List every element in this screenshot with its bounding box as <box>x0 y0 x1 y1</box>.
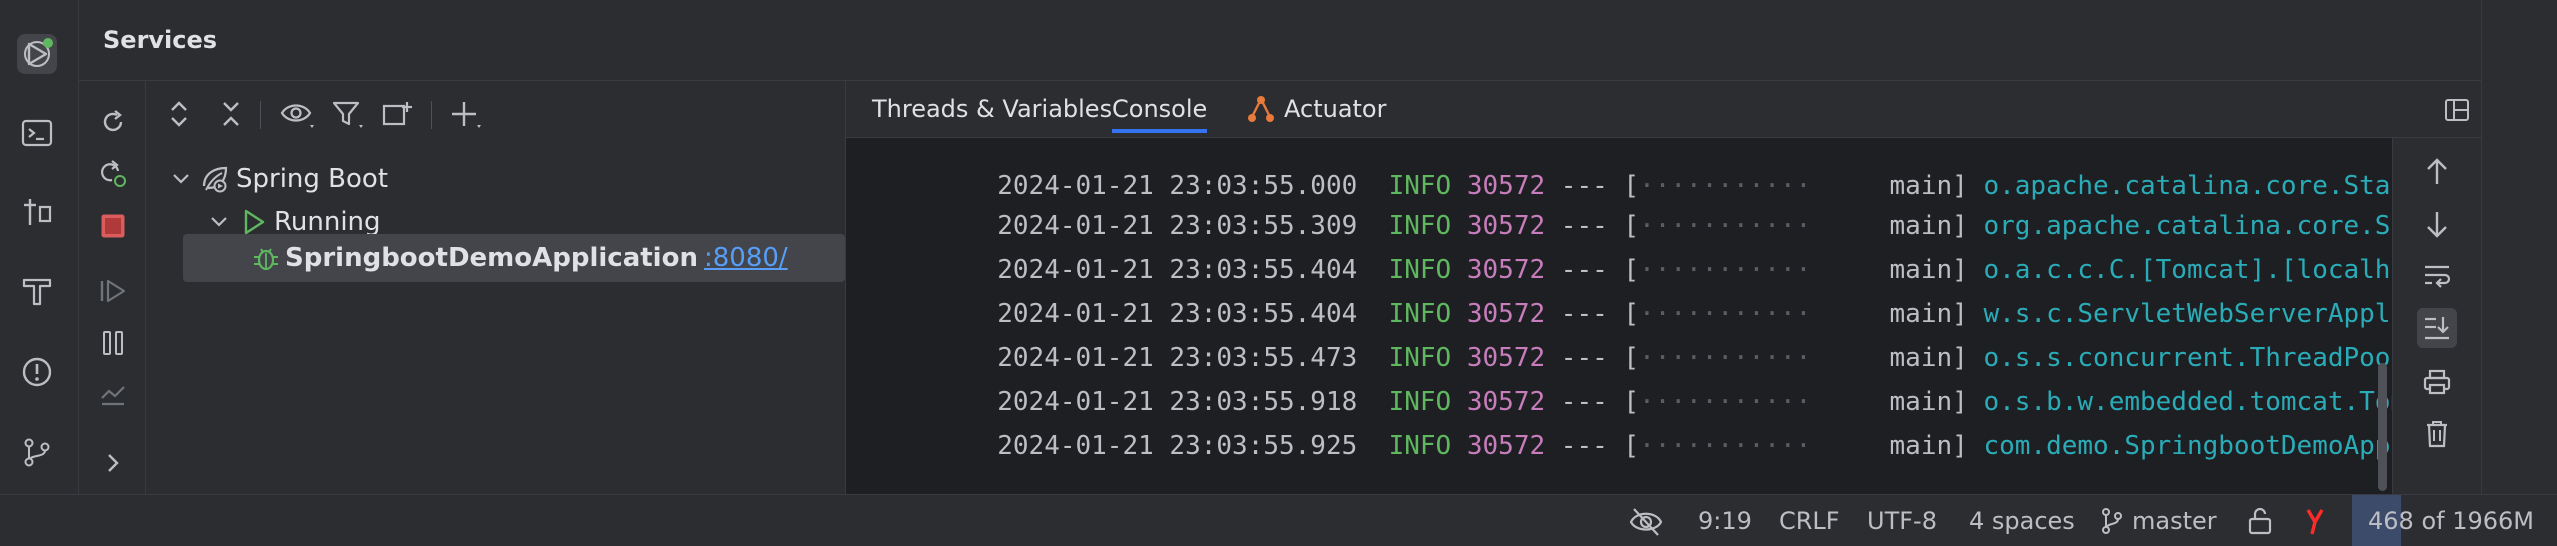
new-group-icon[interactable] <box>379 95 417 133</box>
layout-settings-icon[interactable] <box>2441 94 2473 126</box>
services-panel: Services Spring Boot Running SpringbootD… <box>79 0 2486 494</box>
scroll-to-end-icon[interactable] <box>2417 308 2457 348</box>
scroll-down-icon[interactable] <box>2417 204 2457 244</box>
log-thread: main] <box>1889 431 1968 461</box>
clear-icon[interactable] <box>2417 414 2457 454</box>
vertical-scrollbar[interactable] <box>2378 363 2387 491</box>
run-icon <box>234 208 274 236</box>
tab-label: Threads & Variables <box>872 95 1113 123</box>
status-line-separator[interactable]: CRLF <box>1779 495 1840 546</box>
toolbar-separator <box>260 101 261 129</box>
status-branch[interactable]: master <box>2100 495 2217 546</box>
tab-label: Console <box>1112 95 1208 133</box>
branch-label: master <box>2132 506 2217 535</box>
log-line: 2024-01-21 23:03:55.925 INFO 30572 --- [… <box>872 380 2486 461</box>
actuator-icon <box>1246 94 1276 124</box>
tree-toolbar <box>146 81 845 147</box>
status-bar: 9:19 CRLF UTF-8 4 spaces master 468 of 1… <box>0 494 2557 546</box>
scroll-up-icon[interactable] <box>2417 152 2457 192</box>
tree-node-springboot-demo-application[interactable]: SpringbootDemoApplication :8080/ <box>183 234 845 282</box>
inspection-profile-icon[interactable] <box>1628 495 1664 546</box>
debug-bug-icon <box>183 243 285 273</box>
tab-threads-variables[interactable]: Threads & Variables <box>872 81 1112 137</box>
chevron-down-icon[interactable] <box>166 172 196 186</box>
console-output[interactable]: 2024-01-21 23:03:55.000 INFO 30572 --- [… <box>846 138 2486 494</box>
terminal-icon[interactable] <box>17 113 57 153</box>
tab-label: Actuator <box>1284 95 1387 123</box>
log-line: 2024-01-21 23:03:55.404 INFO 30572 --- [… <box>872 248 2486 329</box>
log-line: 2024-01-21 23:03:55.404 INFO 30572 --- [… <box>872 204 2486 285</box>
build-icon[interactable] <box>17 271 57 311</box>
pause-icon[interactable] <box>95 325 131 361</box>
eye-icon[interactable] <box>279 95 317 133</box>
tree-label-app: SpringbootDemoApplication <box>285 243 698 273</box>
tab-actuator[interactable]: Actuator <box>1246 81 1386 137</box>
status-indent[interactable]: 4 spaces <box>1969 495 2075 546</box>
git-branch-icon <box>2100 507 2124 535</box>
left-tool-strip <box>0 0 79 494</box>
panel-title: Services <box>103 26 218 54</box>
tree-label-spring-boot: Spring Boot <box>236 164 389 194</box>
problems-icon[interactable] <box>17 352 57 392</box>
add-service-icon[interactable] <box>447 95 485 133</box>
console-toolbar <box>2392 138 2483 494</box>
log-level: INFO <box>1388 431 1452 461</box>
chevron-down-icon[interactable] <box>204 215 234 229</box>
lock-icon[interactable] <box>2246 495 2274 546</box>
spring-boot-icon <box>196 164 236 194</box>
status-line-col[interactable]: 9:19 <box>1698 495 1752 546</box>
collapse-all-icon[interactable] <box>212 95 250 133</box>
log-separator: --- [ <box>1560 431 1640 461</box>
services-icon[interactable] <box>17 34 57 74</box>
rerun-icon[interactable] <box>95 104 131 140</box>
expand-all-icon[interactable] <box>160 95 198 133</box>
expand-more-icon[interactable] <box>95 445 131 481</box>
log-line: 2024-01-21 23:03:55.309 INFO 30572 --- [… <box>872 160 2486 241</box>
resume-icon[interactable] <box>95 273 131 309</box>
detail-tabs: Threads & Variables Console Actuator <box>846 81 2481 138</box>
soft-wrap-icon[interactable] <box>2417 256 2457 296</box>
app-port-link[interactable]: :8080/ <box>704 243 788 273</box>
log-line: 2024-01-21 23:03:55.473 INFO 30572 --- [… <box>872 292 2486 373</box>
right-tool-strip <box>2481 0 2557 494</box>
yandex-icon[interactable] <box>2302 495 2328 546</box>
action-toolbar <box>79 81 146 494</box>
coverage-icon[interactable] <box>95 377 131 413</box>
tab-console[interactable]: Console <box>1112 81 1208 137</box>
rerun-debug-icon[interactable] <box>95 156 131 192</box>
print-icon[interactable] <box>2417 362 2457 402</box>
status-encoding[interactable]: UTF-8 <box>1867 495 1937 546</box>
tree-node-spring-boot[interactable]: Spring Boot <box>166 157 388 201</box>
git-icon[interactable] <box>17 432 57 472</box>
stop-icon[interactable] <box>95 208 131 244</box>
log-line: 2024-01-21 23:03:55.918 INFO 30572 --- [… <box>872 336 2486 417</box>
log-pid: 30572 <box>1466 431 1546 461</box>
log-timestamp: 2024-01-21 23:03:55.925 <box>997 431 1358 461</box>
tree-label-running: Running <box>274 207 381 237</box>
detail-area: Threads & Variables Console Actuator 202… <box>846 81 2486 494</box>
memory-indicator[interactable]: 468 of 1966M <box>2352 495 2557 546</box>
toolbar-separator <box>431 101 432 129</box>
services-tree: Spring Boot Running SpringbootDemoApplic… <box>146 81 845 494</box>
structure-icon[interactable] <box>17 192 57 232</box>
memory-label: 468 of 1966M <box>2368 506 2534 535</box>
filter-icon[interactable] <box>329 95 367 133</box>
